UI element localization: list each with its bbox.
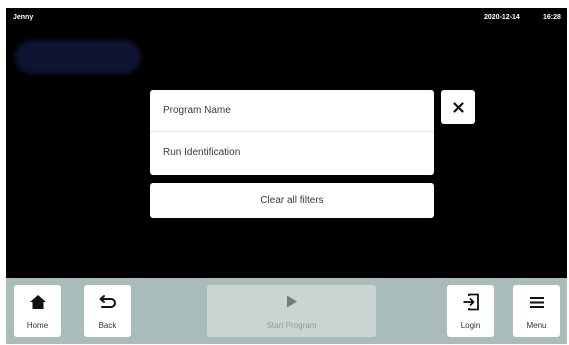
filter-panel: Program Name Run Identification — [150, 90, 434, 175]
menu-label: Menu — [526, 321, 547, 330]
login-label: Login — [460, 321, 481, 330]
blurred-background-element — [15, 40, 141, 74]
start-program-label: Start Program — [266, 321, 317, 330]
close-button[interactable] — [441, 90, 475, 124]
filter-option-run-identification[interactable]: Run Identification — [150, 132, 434, 174]
home-label: Home — [26, 321, 49, 330]
status-bar: Jenny 2020-12-14 16:28 — [6, 8, 567, 28]
close-icon — [452, 101, 464, 113]
filter-option-program-name[interactable]: Program Name — [150, 90, 434, 132]
home-button[interactable]: Home — [14, 285, 61, 337]
back-label: Back — [98, 321, 117, 330]
clear-all-filters-button[interactable]: Clear all filters — [150, 183, 434, 218]
login-button[interactable]: Login — [447, 285, 494, 337]
status-date: 2020-12-14 — [484, 14, 520, 21]
home-icon — [29, 295, 46, 309]
hamburger-menu-icon — [529, 296, 544, 308]
play-icon — [286, 295, 297, 308]
start-program-button[interactable]: Start Program — [207, 285, 376, 337]
user-name: Jenny — [13, 14, 34, 21]
menu-button[interactable]: Menu — [513, 285, 560, 337]
login-icon — [463, 293, 479, 311]
status-time: 16:28 — [543, 14, 561, 21]
back-button[interactable]: Back — [84, 285, 131, 337]
screen: Jenny 2020-12-14 16:28 Program Name Run … — [0, 0, 569, 345]
device-display: Jenny 2020-12-14 16:28 Program Name Run … — [6, 8, 567, 344]
bottom-nav-bar: Home Back Start Program Login Menu — [6, 278, 567, 344]
back-arrow-icon — [99, 295, 116, 308]
